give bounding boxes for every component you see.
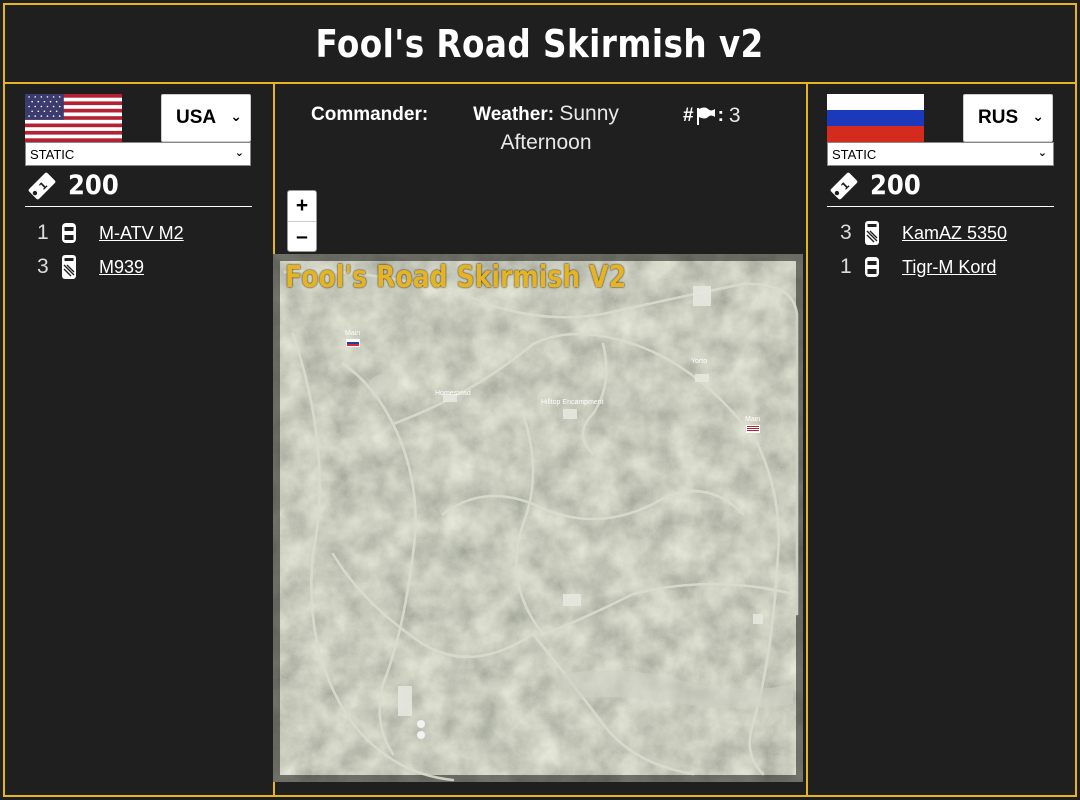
unit-link[interactable]: Tigr-M Kord <box>902 257 996 278</box>
truck-icon <box>62 255 76 279</box>
truck-icon <box>865 221 879 245</box>
weather-label: Weather: <box>473 104 555 125</box>
town-label: Hilltop Encampment <box>541 399 604 406</box>
tickets-display: 1 200 <box>27 170 124 201</box>
flag-count-value: 3 <box>728 104 741 127</box>
divider <box>25 206 252 207</box>
mode-select[interactable]: STATIC ⌄ <box>827 142 1054 166</box>
flag-count-colon: : <box>717 105 724 126</box>
usa-flag-icon <box>25 94 122 142</box>
faction-select-value: RUS <box>978 107 1019 128</box>
commander-label: Commander: <box>311 104 429 125</box>
flag-count-info: # : 3 <box>683 104 741 128</box>
battle-map[interactable]: Main Main Homestead Hilltop Encampment Y… <box>273 254 803 782</box>
unit-count: 3 <box>37 255 49 278</box>
unit-count: 3 <box>840 221 852 244</box>
mode-select-value: STATIC <box>30 146 75 162</box>
commander-info: Commander: <box>311 104 428 126</box>
weather-info: Weather: Sunny Afternoon <box>471 100 621 158</box>
main-base-label: Main <box>745 416 761 423</box>
ticket-count: 200 <box>68 170 119 201</box>
unit-list: 1 M-ATV M2 3 M939 <box>37 216 184 284</box>
zoom-controls: + – <box>287 190 317 252</box>
list-item: 1 Tigr-M Kord <box>840 250 1007 284</box>
rus-flag-icon <box>827 94 924 142</box>
unit-list: 3 KamAZ 5350 1 Tigr-M Kord <box>840 216 1007 284</box>
main-base-label: Main <box>345 330 361 337</box>
chevron-down-icon: ⌄ <box>230 108 242 124</box>
zoom-out-button[interactable]: – <box>288 221 316 251</box>
main-base-marker[interactable]: Main <box>345 330 360 347</box>
town-label: Yorto <box>691 358 708 365</box>
map-title: Fool's Road Skirmish V2 <box>285 260 627 295</box>
list-item: 3 KamAZ 5350 <box>840 216 1007 250</box>
mode-select[interactable]: STATIC ⌄ <box>25 142 251 166</box>
chevron-down-icon: ⌄ <box>1037 147 1047 159</box>
rus-flag-icon <box>345 339 360 347</box>
ticket-icon: 1 <box>28 172 56 199</box>
map-panel: Commander: Weather: Sunny Afternoon # : … <box>273 82 808 797</box>
ticket-count: 200 <box>870 170 921 201</box>
chevron-down-icon: ⌄ <box>1032 108 1044 124</box>
main-base-marker[interactable]: Main <box>745 416 760 433</box>
page-header: Fool's Road Skirmish v2 <box>3 3 1077 84</box>
usa-flag-icon <box>745 425 760 433</box>
car-icon <box>62 223 76 243</box>
faction-select-value: USA <box>176 107 217 128</box>
unit-link[interactable]: M-ATV M2 <box>99 223 184 244</box>
list-item: 3 M939 <box>37 250 184 284</box>
unit-count: 1 <box>840 255 852 278</box>
faction-select[interactable]: USA ⌄ <box>161 94 251 142</box>
divider <box>827 206 1054 207</box>
mode-select-value: STATIC <box>832 146 877 162</box>
tickets-display: 1 200 <box>829 170 926 201</box>
town-label: Homestead <box>435 390 471 397</box>
ticket-icon: 1 <box>830 172 858 199</box>
right-faction-panel: RUS ⌄ STATIC ⌄ 1 200 3 KamAZ 5350 1 Tigr… <box>806 82 1077 797</box>
chevron-down-icon: ⌄ <box>234 147 244 159</box>
flag-icon <box>696 107 715 125</box>
left-faction-panel: USA ⌄ STATIC ⌄ 1 200 1 M-ATV M2 3 M939 <box>3 82 275 797</box>
unit-count: 1 <box>37 221 49 244</box>
page-title: Fool's Road Skirmish v2 <box>315 21 765 66</box>
zoom-in-button[interactable]: + <box>288 191 316 221</box>
list-item: 1 M-ATV M2 <box>37 216 184 250</box>
flag-count-hash: # <box>683 105 694 126</box>
car-icon <box>865 257 879 277</box>
faction-select[interactable]: RUS ⌄ <box>963 94 1053 142</box>
unit-link[interactable]: KamAZ 5350 <box>902 223 1007 244</box>
unit-link[interactable]: M939 <box>99 257 144 278</box>
